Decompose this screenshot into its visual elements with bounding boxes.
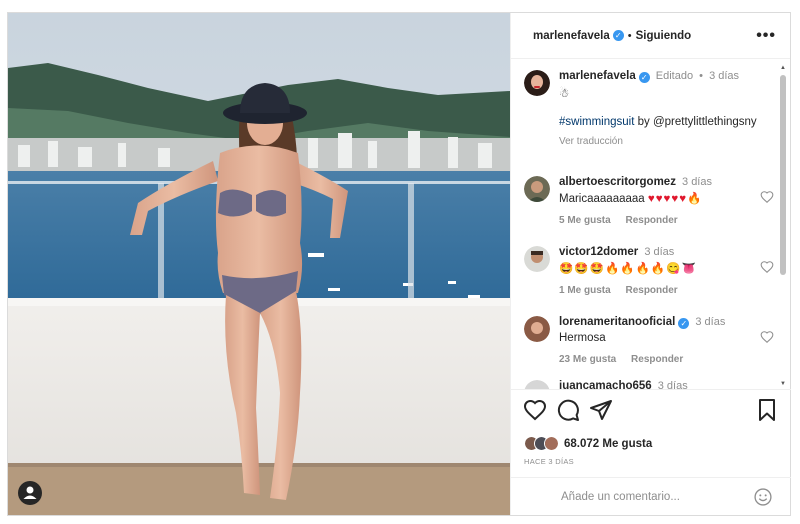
post-dialog: marlenefavela ✓ • Siguiendo ••• marlenef…: [7, 12, 791, 516]
verified-badge-icon: ✓: [638, 72, 650, 83]
author-username[interactable]: marlenefavela: [533, 30, 610, 42]
verified-badge-icon: ✓: [678, 318, 690, 329]
liker-avatar: [544, 436, 559, 451]
comment-text: Hermosa: [559, 332, 606, 344]
tagged-user-button[interactable]: [18, 481, 42, 505]
action-icons: [523, 398, 783, 424]
commenter-username[interactable]: victor12domer: [559, 246, 638, 258]
comment-time: 3 días: [644, 246, 675, 258]
more-options-icon[interactable]: •••: [756, 27, 776, 45]
save-bookmark-icon[interactable]: [755, 398, 779, 422]
user-icon: [23, 486, 37, 499]
commenter-avatar[interactable]: [524, 176, 550, 202]
commenter-username[interactable]: albertoescritorgomez: [559, 176, 676, 188]
post-photo[interactable]: [8, 13, 510, 515]
commenter-avatar[interactable]: [524, 246, 550, 272]
comment-emojis: 🤩🤩🤩🔥🔥🔥🔥😋👅: [559, 263, 697, 275]
comments-list: marlenefavela ✓ Editado • 3 días ☃ #swimm…: [511, 60, 791, 389]
comment-time: 3 días: [682, 176, 712, 188]
commenter-avatar[interactable]: [524, 316, 550, 342]
comment-text: Maricaaaaaaaaa ♥♥♥♥♥🔥: [559, 191, 764, 205]
separator-dot: •: [627, 29, 632, 42]
reply-button[interactable]: Responder: [631, 354, 683, 365]
comment-bubble-icon[interactable]: [556, 398, 580, 422]
reply-button[interactable]: Responder: [625, 215, 677, 226]
post-actions: 68.072 Me gusta HACE 3 DÍAS: [511, 389, 791, 477]
verified-badge-icon: ✓: [612, 30, 624, 41]
scroll-up-icon[interactable]: ▲: [779, 65, 787, 71]
commenter-username[interactable]: juancamacho656: [559, 380, 652, 389]
following-button[interactable]: Siguiendo: [636, 30, 692, 42]
comment-time: 3 días: [657, 380, 688, 389]
share-send-icon[interactable]: [589, 398, 613, 422]
scroll-down-icon[interactable]: ▼: [779, 381, 787, 387]
likes-count[interactable]: 68.072 Me gusta: [564, 438, 652, 450]
comment-text: 🤩🤩🤩🔥🔥🔥🔥😋👅: [559, 261, 764, 275]
caption-text: #swimmingsuit by @prettylittlethingsny: [559, 116, 764, 128]
post-timestamp: HACE 3 DÍAS: [524, 457, 574, 466]
comment-likes[interactable]: 5 Me gusta: [559, 215, 611, 226]
comment-composer: [511, 477, 791, 515]
caption-author[interactable]: marlenefavela: [559, 70, 636, 82]
scrollbar-thumb[interactable]: [780, 75, 786, 275]
comment-meta: 23 Me gusta Responder: [559, 354, 764, 365]
post-side-panel: marlenefavela ✓ • Siguiendo ••• marlenef…: [510, 13, 791, 515]
comments-scrollbar[interactable]: ▲ ▼: [779, 65, 787, 387]
comment-likes[interactable]: 1 Me gusta: [559, 285, 611, 296]
caption-time: 3 días: [709, 70, 740, 82]
see-translation-link[interactable]: Ver traducción: [559, 136, 764, 147]
likes-row[interactable]: 68.072 Me gusta: [524, 436, 652, 451]
comment-time: 3 días: [695, 316, 726, 328]
like-comment-heart-icon[interactable]: [760, 190, 774, 204]
comment-text-body: Maricaaaaaaaaa: [559, 193, 645, 205]
comment-likes[interactable]: 23 Me gusta: [559, 354, 616, 365]
caption-edited: Editado: [655, 70, 694, 82]
reply-button[interactable]: Responder: [625, 285, 677, 296]
like-comment-heart-icon[interactable]: [760, 330, 774, 344]
post-header: marlenefavela ✓ • Siguiendo •••: [511, 13, 790, 59]
caption-credit: by @prettylittlethingsny: [637, 116, 757, 128]
comment-meta: 5 Me gusta Responder: [559, 215, 764, 226]
comment-emojis: ♥♥♥♥♥🔥: [647, 193, 703, 205]
photo-illustration: [8, 13, 510, 515]
comment-input[interactable]: [561, 490, 751, 503]
like-heart-icon[interactable]: [523, 398, 547, 422]
commenter-avatar[interactable]: [524, 380, 550, 389]
hashtag-link[interactable]: #swimmingsuit: [559, 116, 634, 128]
emoji-picker-icon[interactable]: [753, 487, 773, 507]
comment-meta: 1 Me gusta Responder: [559, 285, 764, 296]
author-avatar[interactable]: [524, 70, 550, 96]
like-comment-heart-icon[interactable]: [760, 260, 774, 274]
commenter-username[interactable]: lorenameritanooficial: [559, 316, 675, 328]
caption-dot: •: [699, 70, 704, 82]
caption-emoji: ☃: [559, 88, 570, 100]
